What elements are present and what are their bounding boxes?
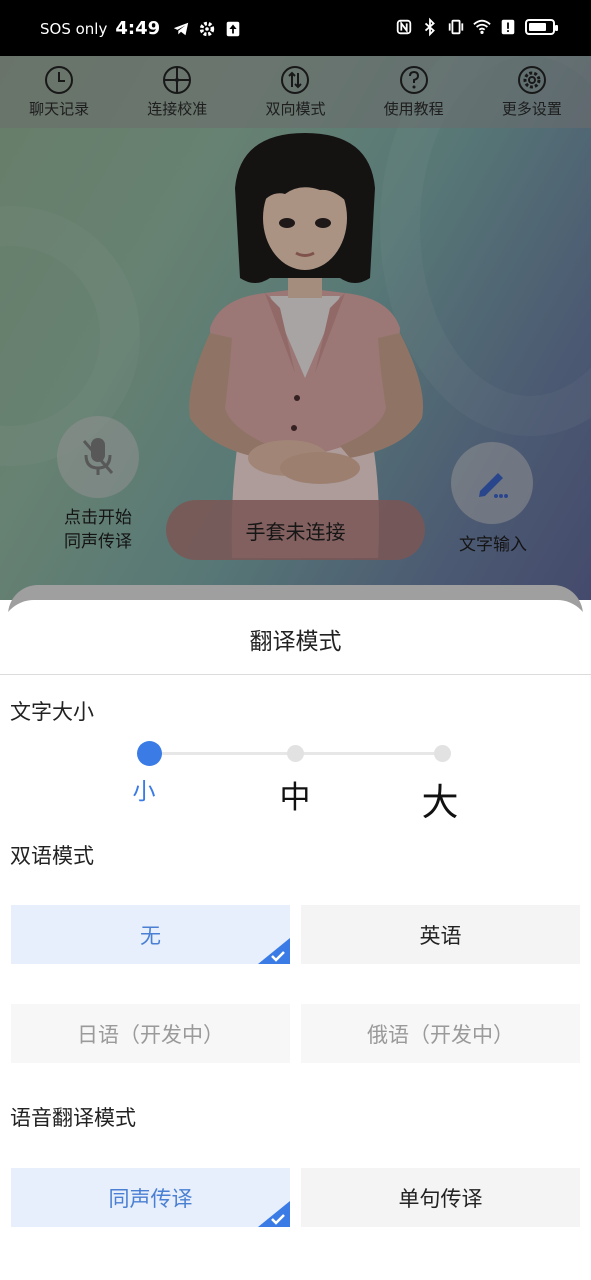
clock-icon [45, 66, 74, 94]
glove-status-button[interactable]: 手套未连接 [166, 500, 425, 560]
microphone-off-icon [82, 438, 114, 475]
nfc-icon [396, 19, 412, 35]
bilingual-option-japanese: 日语（开发中） [11, 1004, 290, 1063]
toolbar-item-label: 使用教程 [383, 100, 444, 118]
voice-option-single-sentence[interactable]: 单句传译 [301, 1168, 580, 1227]
bluetooth-icon [424, 17, 435, 37]
telegram-icon [173, 22, 189, 35]
text-input-button[interactable] [451, 442, 533, 524]
voice-option-simultaneous[interactable]: 同声传译 [11, 1168, 290, 1227]
option-label: 无 [140, 923, 161, 948]
status-bar: SOS only 4:49 [0, 0, 591, 56]
option-label: 日语（开发中） [77, 1022, 224, 1047]
font-size-option-large[interactable]: 大 [412, 772, 468, 826]
option-label: 俄语（开发中） [367, 1022, 514, 1047]
divider [0, 674, 591, 675]
text-input-label: 文字输入 [459, 535, 527, 555]
upload-icon [226, 21, 240, 36]
mic-label-line1: 点击开始 [64, 508, 132, 528]
bilingual-option-english[interactable]: 英语 [301, 905, 580, 964]
checkmark-corner-icon [258, 1201, 290, 1227]
sheet-title: 翻译模式 [249, 629, 342, 655]
font-size-stop-large[interactable] [434, 745, 451, 762]
checkmark-corner-icon [258, 938, 290, 964]
carrier-text: SOS only [40, 19, 108, 38]
font-size-label: 文字大小 [10, 700, 94, 724]
toolbar-item-two-way-mode[interactable]: 双向模式 [236, 56, 354, 128]
toolbar-item-chat-history[interactable]: 聊天记录 [0, 56, 118, 128]
font-size-stop-medium[interactable] [287, 745, 304, 762]
settings-gear-icon [199, 21, 215, 36]
toolbar-item-more-settings[interactable]: 更多设置 [473, 56, 591, 128]
option-label: 单句传译 [398, 1186, 483, 1211]
toolbar-item-label: 连接校准 [147, 100, 208, 118]
toolbar-item-label: 更多设置 [501, 100, 562, 118]
clock-time: 4:49 [115, 18, 161, 39]
gear-icon [517, 66, 546, 94]
help-icon [399, 66, 428, 94]
font-size-option-medium[interactable]: 中 [270, 772, 320, 817]
font-size-slider-thumb[interactable] [137, 741, 162, 766]
toolbar-item-label: 双向模式 [265, 100, 326, 118]
microphone-button[interactable] [57, 416, 139, 498]
swap-icon [281, 66, 310, 94]
avatar-scene: 聊天记录 连接校准 双向模式 使用教程 更多设置 点击开始 同声传译 手套未连接… [0, 56, 591, 600]
bilingual-option-russian: 俄语（开发中） [301, 1004, 580, 1063]
pencil-icon [479, 473, 508, 498]
font-size-option-small[interactable]: 小 [124, 772, 164, 806]
bilingual-option-none[interactable]: 无 [11, 905, 290, 964]
wifi-icon [473, 19, 491, 35]
toolbar-item-tutorial[interactable]: 使用教程 [355, 56, 473, 128]
toolbar-item-connect-calibrate[interactable]: 连接校准 [118, 56, 236, 128]
option-label: 同声传译 [108, 1186, 193, 1211]
mic-label: 点击开始 同声传译 [48, 506, 148, 554]
mic-label-line2: 同声传译 [64, 532, 132, 552]
translation-mode-sheet: 翻译模式 文字大小 小 中 大 双语模式 无 英语 日语（开发中） 俄语（开发中… [0, 600, 591, 1280]
crosshair-icon [163, 66, 192, 94]
bilingual-mode-label: 双语模式 [10, 844, 94, 868]
top-toolbar: 聊天记录 连接校准 双向模式 使用教程 更多设置 [0, 56, 591, 128]
toolbar-item-label: 聊天记录 [29, 100, 90, 118]
vibrate-icon [448, 19, 464, 35]
option-label: 英语 [419, 923, 462, 948]
battery-icon [525, 19, 558, 35]
alert-icon [501, 19, 515, 35]
voice-translation-mode-label: 语音翻译模式 [10, 1106, 136, 1130]
